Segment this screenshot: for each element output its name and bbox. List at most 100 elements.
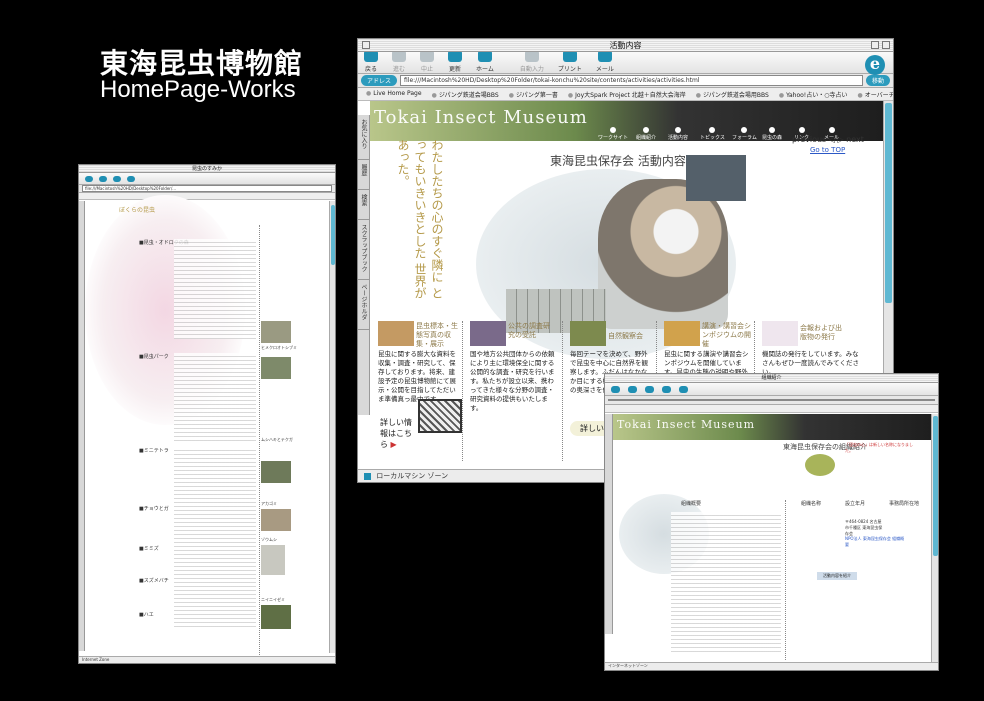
hero-poem: わたしたちの心のすぐ隣に とってもいきいきとした 世界があった。: [396, 139, 444, 299]
favorite-item[interactable]: ジパング鉄道会場BBS: [432, 90, 499, 99]
prev-next-navigation[interactable]: previous ◁ ▷ next: [792, 135, 864, 144]
right-window-titlebar[interactable]: 組織紹介: [605, 374, 938, 383]
left-scrollbar[interactable]: [329, 201, 335, 653]
close-box-icon[interactable]: [362, 41, 370, 49]
address-input[interactable]: file:///Macintosh%20HD/Desktop%20Folder/…: [400, 75, 863, 86]
right-site-banner: Tokai Insect Museum: [613, 414, 932, 440]
right-status-text: インターネットゾーン: [608, 663, 648, 668]
favorite-item[interactable]: オーバーチュア: [857, 90, 893, 99]
go-button[interactable]: 移動: [865, 75, 890, 86]
left-section-3: ■ミニテトラ: [139, 448, 169, 454]
left-thumb-1: [261, 321, 291, 343]
left-caption-2: ムシハキとテクガ: [261, 437, 293, 442]
stop-button[interactable]: 中止: [420, 50, 434, 73]
right-column-1: 組織概要: [681, 501, 702, 507]
autofill-button[interactable]: 自動入力: [520, 50, 544, 73]
side-tab-history[interactable]: 履歴: [358, 160, 369, 190]
left-section-5: ■ミミズ: [139, 546, 159, 552]
mail-button[interactable]: メール: [596, 50, 614, 73]
right-browser-window: 組織紹介 Tokai Insect Museum 東海昆虫保存会の組織紹介 「昆…: [604, 373, 939, 671]
side-tab-page-holder[interactable]: ページホルダ: [358, 280, 369, 330]
right-favorites-bar: [605, 405, 938, 413]
left-stop-button[interactable]: [113, 176, 121, 184]
brand-subtitle: HomePage-Works: [100, 76, 296, 103]
left-thumb-5: [261, 545, 285, 575]
left-side-tabs: [79, 201, 85, 651]
left-scroll-thumb[interactable]: [331, 205, 335, 265]
right-forward-button[interactable]: [628, 386, 637, 395]
right-window-title: 組織紹介: [761, 375, 782, 381]
right-refresh-button[interactable]: [662, 386, 671, 395]
stop-icon: [645, 386, 654, 393]
favorite-item[interactable]: Live Home Page: [366, 90, 421, 98]
right-column-3: 設立年月: [845, 501, 866, 507]
classroom-photo: [686, 155, 746, 201]
stop-icon: [113, 176, 121, 182]
side-tab-favorites[interactable]: お気に入り: [358, 115, 369, 160]
hero-boy-photo: [598, 179, 728, 329]
refresh-label: 更新: [448, 66, 461, 73]
category-divider: [562, 321, 563, 461]
nav-work-site[interactable]: ワークサイト: [598, 127, 628, 141]
favorite-item[interactable]: Yahoo!占い・○寺占い: [779, 90, 847, 99]
nav-organization[interactable]: 組織紹介: [636, 127, 656, 141]
side-tab-scrapbook[interactable]: スクラップブック: [358, 220, 369, 280]
right-back-button[interactable]: [611, 386, 620, 395]
favorites-bar: Live Home Page ジパング鉄道会場BBS ジパング第一書 Joy大S…: [358, 88, 893, 101]
right-home-button[interactable]: [679, 386, 688, 395]
right-scrollbar[interactable]: [931, 414, 938, 662]
left-site-title: ぼくらの昆虫: [119, 207, 156, 214]
left-home-button[interactable]: [127, 176, 135, 184]
right-section-button[interactable]: 活動内容を紹介: [817, 572, 857, 580]
category-title-4: 講演・講習会シンポジウムの開催: [702, 322, 751, 348]
left-browser-window: 昆虫のすみか file:///Macintosh%20HD/Desktop%20…: [78, 164, 336, 664]
right-contact-link[interactable]: NPO法人 東海昆虫保存会 組織概要: [845, 536, 905, 548]
home-label: ホーム: [476, 66, 494, 73]
right-scroll-thumb[interactable]: [933, 416, 938, 556]
nav-topics[interactable]: トピックス: [700, 127, 725, 141]
left-section-4: ■チョウとガ: [139, 506, 169, 512]
print-label: プリント: [557, 66, 582, 73]
left-section-2: ■昆虫パーク: [139, 354, 169, 360]
left-window-title: 昆虫のすみか: [191, 166, 222, 172]
zoom-box-icon[interactable]: [871, 41, 879, 49]
left-forward-button[interactable]: [99, 176, 107, 184]
address-label: アドレス: [361, 75, 398, 86]
left-address-input[interactable]: file:///Macintosh%20HD/Desktop%20Folder/…: [82, 185, 332, 192]
left-back-button[interactable]: [85, 176, 93, 184]
refresh-icon: [662, 386, 671, 393]
main-scroll-thumb[interactable]: [885, 103, 892, 303]
mail-label: メール: [595, 66, 614, 73]
favorite-item[interactable]: Joy大Spark Project 北越＋自然大会海岸: [568, 90, 686, 99]
category-thumb-5: [762, 321, 798, 346]
category-thumb-4: [664, 321, 700, 346]
print-button[interactable]: プリント: [558, 50, 582, 73]
left-caption-1: ヒメクロオトシブミ: [261, 345, 297, 350]
favorite-item[interactable]: ジパング鉄道会場用BBS: [696, 90, 769, 99]
more-info-link[interactable]: 詳しい情報はこちら: [380, 417, 418, 450]
explorer-e-icon: e: [865, 55, 885, 75]
left-section-7: ■ハエ: [139, 612, 154, 618]
nav-insect-forest[interactable]: 昆虫の森: [762, 127, 782, 141]
right-address-bar: [605, 396, 938, 405]
go-to-top-link[interactable]: Go to TOP: [810, 146, 845, 154]
left-window-titlebar[interactable]: 昆虫のすみか: [79, 165, 335, 173]
autofill-label: 自動入力: [519, 66, 544, 73]
home-button[interactable]: ホーム: [476, 50, 494, 73]
page-title: 東海昆虫保存会 活動内容: [550, 154, 686, 168]
collapse-box-icon[interactable]: [882, 41, 890, 49]
nav-forum[interactable]: フォーラム: [732, 127, 757, 141]
home-icon: [679, 386, 688, 393]
nav-activities[interactable]: 活動内容: [668, 127, 688, 141]
back-button[interactable]: 戻る: [364, 50, 378, 73]
left-status-text: Internet Zone: [82, 657, 110, 662]
favorite-item[interactable]: ジパング第一書: [509, 90, 558, 99]
right-address-input[interactable]: [608, 399, 935, 401]
right-stop-button[interactable]: [645, 386, 654, 395]
explorer-side-tabs: お気に入り 履歴 検索 スクラップブック ページホルダ: [358, 115, 370, 415]
forward-button[interactable]: 進む: [392, 50, 406, 73]
refresh-button[interactable]: 更新: [448, 50, 462, 73]
side-tab-search[interactable]: 検索: [358, 190, 369, 220]
right-divider: [785, 500, 786, 660]
main-window-titlebar[interactable]: 活動内容: [358, 39, 893, 52]
